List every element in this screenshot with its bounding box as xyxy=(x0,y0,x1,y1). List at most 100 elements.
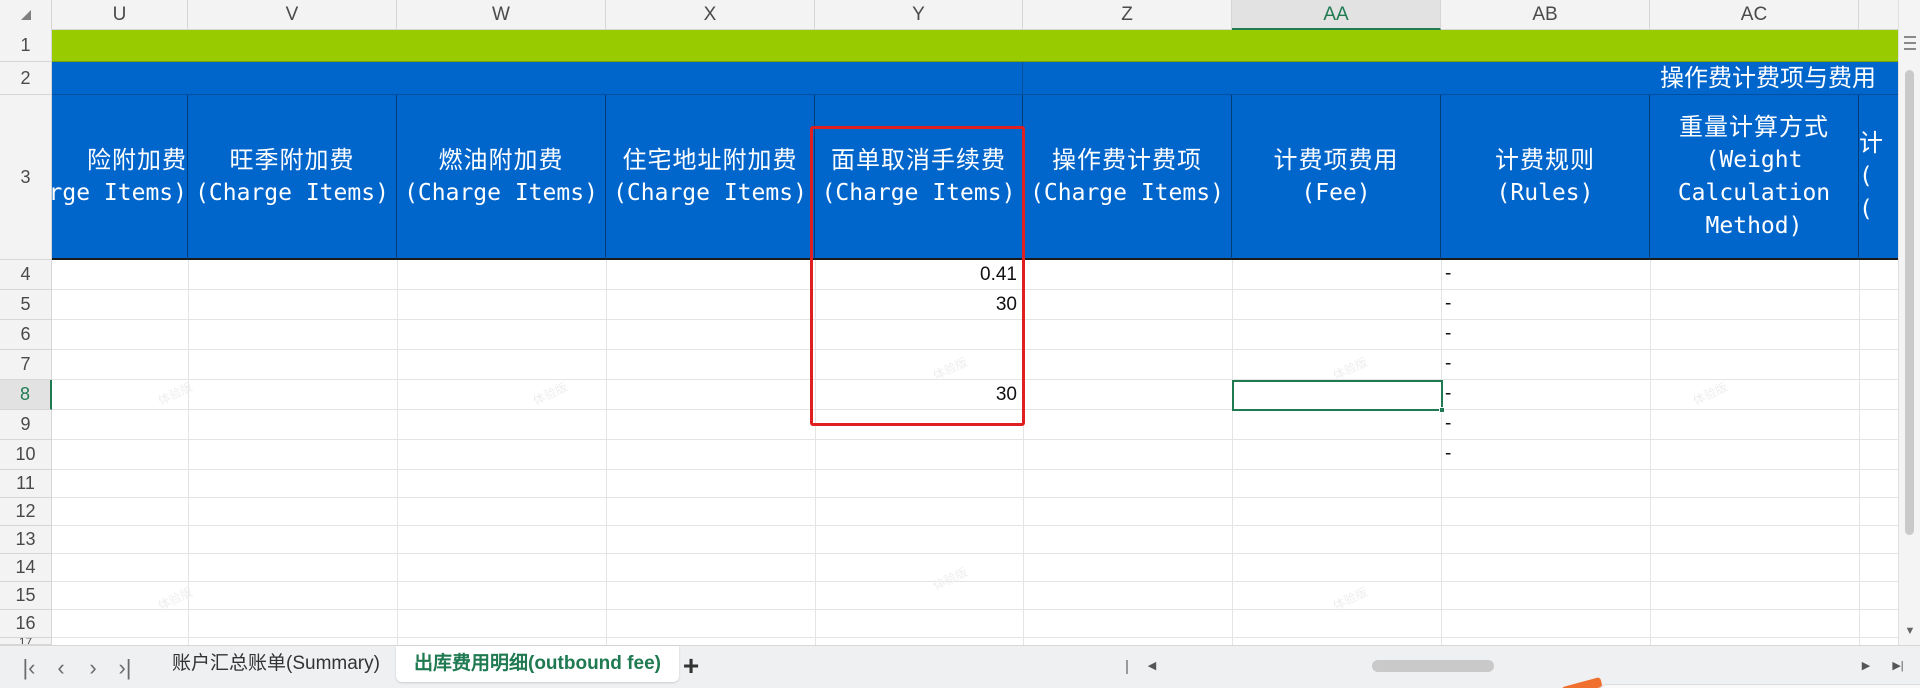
row-header-4[interactable]: 4 xyxy=(0,260,52,290)
header-ac-zh: 重量计算方式 xyxy=(1679,112,1829,141)
header-z-zh: 操作费计费项 xyxy=(1052,145,1202,174)
scroll-down-arrow-icon[interactable]: ▼ xyxy=(1899,620,1920,642)
header-cell-w[interactable]: 燃油附加费 (Charge Items) xyxy=(397,95,606,260)
header-x-en: (Charge Items) xyxy=(613,179,807,206)
header-cell-x[interactable]: 住宅地址附加费 (Charge Items) xyxy=(606,95,815,260)
last-sheet-icon[interactable]: ›| xyxy=(110,646,140,688)
row-header-3[interactable]: 3 xyxy=(0,95,52,260)
cell-ab4-dash[interactable]: - xyxy=(1445,263,1451,285)
column-header-y[interactable]: Y xyxy=(815,0,1023,30)
select-all-corner[interactable] xyxy=(0,0,52,30)
header-w-zh: 燃油附加费 xyxy=(438,145,564,174)
row-header-2[interactable]: 2 xyxy=(0,62,52,95)
column-header-aa[interactable]: AA xyxy=(1232,0,1441,30)
green-title-band xyxy=(52,30,1898,62)
header-cell-aa[interactable]: 计费项费用 (Fee) xyxy=(1232,95,1441,260)
column-header-w[interactable]: W xyxy=(397,0,606,30)
fill-handle[interactable] xyxy=(1439,407,1445,413)
gridline-w xyxy=(397,260,398,645)
highlight-annotation-box xyxy=(810,126,1025,426)
header-cell-v[interactable]: 旺季附加费 (Charge Items) xyxy=(188,95,397,260)
header-w-en: (Charge Items) xyxy=(404,179,598,206)
header-cell-ab[interactable]: 计费规则 (Rules) xyxy=(1441,95,1650,260)
header-ac-en2: Calculation xyxy=(1677,179,1831,206)
sheet-tab-bar: |‹ ‹ › ›| 账户汇总账单(Summary) 出库费用明细(outboun… xyxy=(0,645,1920,688)
header-ad-en: ( xyxy=(1859,163,1873,189)
header-u-en: rge Items) xyxy=(52,179,187,206)
gridline-aa xyxy=(1232,260,1233,645)
data-row-15 xyxy=(52,582,1898,610)
header-ac-en3: Method) xyxy=(1705,212,1803,239)
next-sheet-icon[interactable]: › xyxy=(78,646,108,688)
data-row-10 xyxy=(52,440,1898,470)
data-row-16 xyxy=(52,610,1898,638)
row-header-15[interactable]: 15 xyxy=(0,582,52,610)
corner-triangle-icon xyxy=(21,10,31,20)
header-ab-zh: 计费规则 xyxy=(1495,145,1595,174)
vertical-scroll-thumb[interactable] xyxy=(1905,70,1914,535)
scroll-right-arrow-icon[interactable]: ▶ xyxy=(1856,646,1876,686)
cell-ab8-dash[interactable]: - xyxy=(1445,383,1451,405)
column-header-z[interactable]: Z xyxy=(1023,0,1232,30)
row-header-6[interactable]: 6 xyxy=(0,320,52,350)
cell-ab5-dash[interactable]: - xyxy=(1445,293,1451,315)
blue-band-left xyxy=(52,62,1023,95)
header-aa-zh: 计费项费用 xyxy=(1273,145,1399,174)
section-title: 操作费计费项与费用 xyxy=(1660,64,1876,92)
gridline-ad xyxy=(1859,260,1860,645)
cell-ab7-dash[interactable]: - xyxy=(1445,353,1451,375)
header-cell-ac[interactable]: 重量计算方式 (Weight Calculation Method) xyxy=(1650,95,1859,260)
scroll-end-arrow-icon[interactable]: ▶| xyxy=(1888,646,1908,686)
data-row-14 xyxy=(52,554,1898,582)
row-header-14[interactable]: 14 xyxy=(0,554,52,582)
row-header-10[interactable]: 10 xyxy=(0,440,52,470)
row-header-8[interactable]: 8 xyxy=(0,380,52,410)
data-row-13 xyxy=(52,526,1898,554)
row-header-9[interactable]: 9 xyxy=(0,410,52,440)
row-header-16[interactable]: 16 xyxy=(0,610,52,638)
header-ab-en: (Rules) xyxy=(1496,179,1594,206)
first-sheet-icon[interactable]: |‹ xyxy=(14,646,44,688)
row-header-13[interactable]: 13 xyxy=(0,526,52,554)
header-z-en: (Charge Items) xyxy=(1030,179,1224,206)
horizontal-scroll-thumb[interactable] xyxy=(1372,660,1494,672)
cell-ab6-dash[interactable]: - xyxy=(1445,323,1451,345)
column-header-u[interactable]: U xyxy=(52,0,188,30)
cell-ab10-dash[interactable]: - xyxy=(1445,443,1451,465)
row-header-7[interactable]: 7 xyxy=(0,350,52,380)
scroll-left-arrow-icon[interactable]: ◀ xyxy=(1142,646,1162,686)
header-cell-ad[interactable]: 计 ( ( xyxy=(1859,95,1898,260)
column-header-x[interactable]: X xyxy=(606,0,815,30)
add-sheet-button[interactable]: + xyxy=(676,646,706,686)
header-ac-en: (Weight xyxy=(1705,146,1803,173)
row-header-12[interactable]: 12 xyxy=(0,498,52,526)
vertical-scrollbar[interactable]: ▼ xyxy=(1898,0,1920,645)
active-cell-selection[interactable] xyxy=(1232,380,1443,411)
header-v-zh: 旺季附加费 xyxy=(229,145,355,174)
header-x-zh: 住宅地址附加费 xyxy=(622,145,798,174)
header-aa-en: (Fee) xyxy=(1301,179,1371,206)
gridline-ab xyxy=(1441,260,1442,645)
tab-splitter[interactable] xyxy=(1126,660,1128,674)
blue-band-right: 操作费计费项与费用 xyxy=(1023,62,1898,95)
row-header-11[interactable]: 11 xyxy=(0,470,52,498)
gridline-ac xyxy=(1650,260,1651,645)
cell-grid[interactable]: 操作费计费项与费用 险附加费 rge Items) 旺季附加费 (Charge … xyxy=(52,30,1898,645)
header-ad-zh: 计 xyxy=(1859,129,1884,157)
column-header-ac[interactable]: AC xyxy=(1650,0,1859,30)
column-header-v[interactable]: V xyxy=(188,0,397,30)
overlay-panel-edge xyxy=(1600,684,1920,688)
tab-summary[interactable]: 账户汇总账单(Summary) xyxy=(154,646,398,682)
tab-outbound-fee[interactable]: 出库费用明细(outbound fee) xyxy=(396,646,679,682)
cell-ab9-dash[interactable]: - xyxy=(1445,413,1451,435)
row-header-17[interactable]: 17 xyxy=(0,638,52,645)
header-cell-u[interactable]: 险附加费 rge Items) xyxy=(52,95,188,260)
header-u-zh: 险附加费 xyxy=(87,145,187,174)
row-header-1[interactable]: 1 xyxy=(0,30,52,62)
row-header-5[interactable]: 5 xyxy=(0,290,52,320)
column-header-ab[interactable]: AB xyxy=(1441,0,1650,30)
prev-sheet-icon[interactable]: ‹ xyxy=(46,646,76,688)
data-row-12 xyxy=(52,498,1898,526)
header-cell-z[interactable]: 操作费计费项 (Charge Items) xyxy=(1023,95,1232,260)
menu-lines-icon xyxy=(1904,36,1916,54)
